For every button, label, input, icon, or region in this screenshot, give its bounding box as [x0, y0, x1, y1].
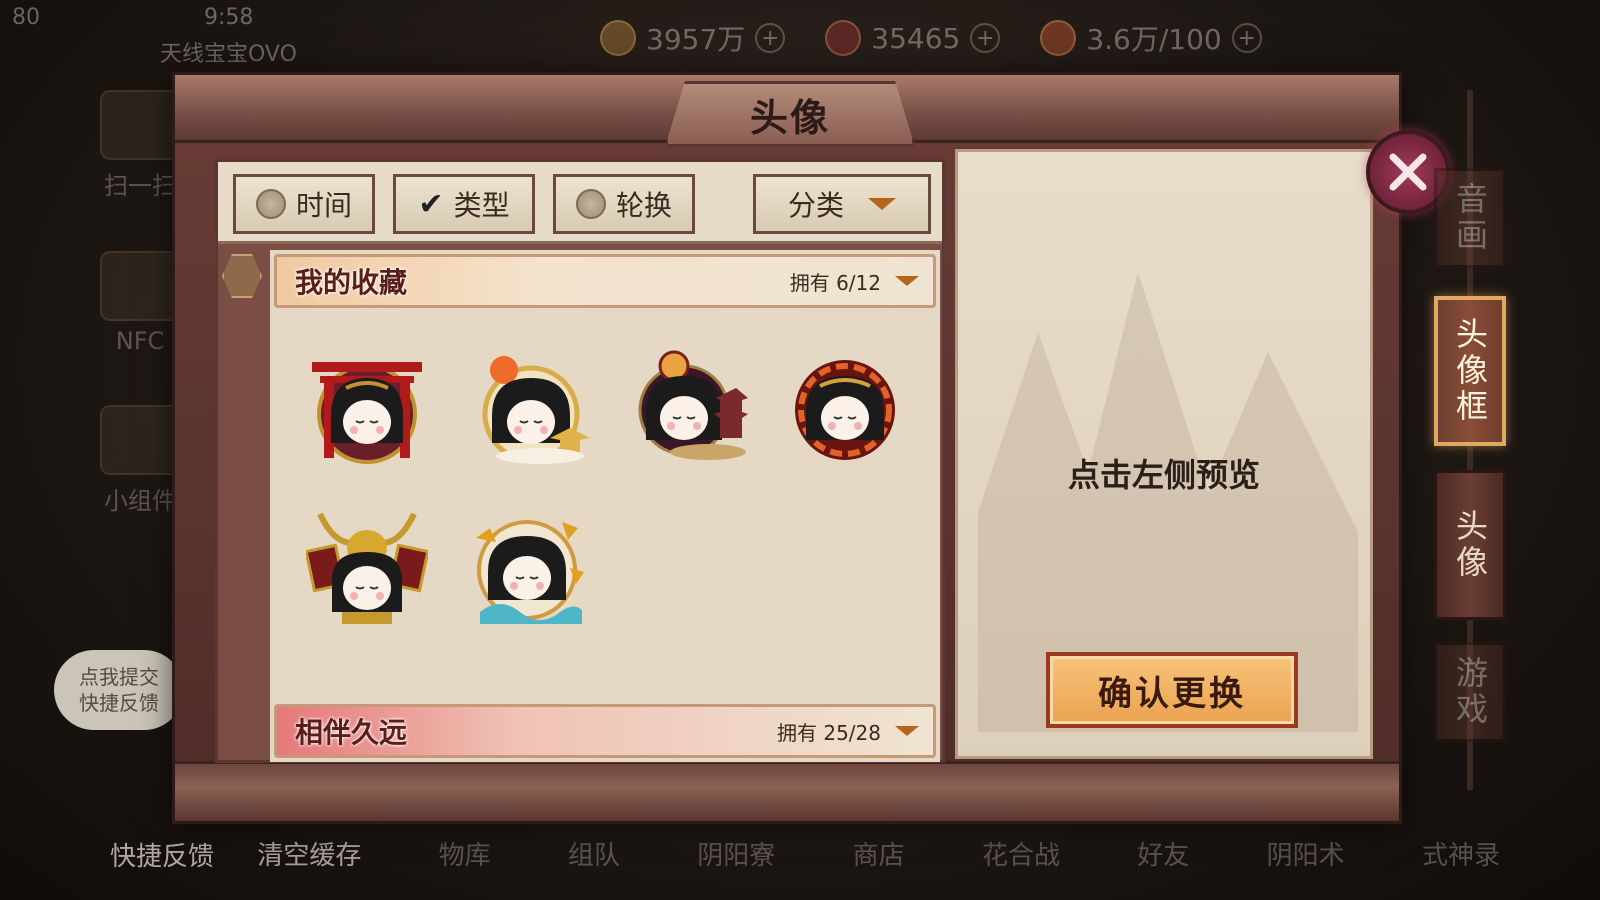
feedback-bubble[interactable]: 点我提交 快捷反馈 [54, 650, 184, 730]
resource-bar: 3957万 + 35465 + 3.6万/100 + [600, 18, 1262, 58]
section-count: 拥有 25/28 [777, 717, 919, 746]
magatama-icon [825, 20, 862, 56]
widget-label: 小组件 [104, 487, 176, 515]
panel-bottom-rail [175, 761, 1399, 821]
add-magatama-button[interactable]: + [970, 23, 1001, 53]
bottom-nav: 清空缓存 物库 组队 阴阳寮 商店 花合战 好友 阴阳术 式神录 [100, 835, 1500, 872]
add-gold-button[interactable]: + [755, 23, 786, 53]
category-dropdown[interactable]: 分类 [753, 174, 931, 234]
resource-stamina-value: 3.6万/100 [1086, 23, 1222, 56]
filter-time-button[interactable]: 时间 [233, 174, 375, 234]
avatar-grid-scroll[interactable]: 我的收藏 拥有 6/12 相伴久远 拥有 25/28 [270, 250, 940, 762]
panel-title: 头像 [749, 95, 830, 140]
pagoda-moon-frame-avatar[interactable] [628, 348, 750, 470]
red-dragon-frame-avatar[interactable] [784, 348, 906, 470]
section-count: 拥有 6/12 [790, 267, 919, 296]
samurai-helmet-frame-avatar[interactable] [306, 508, 428, 630]
resource-gold: 3957万 + [600, 18, 786, 58]
section-header-long-companion[interactable]: 相伴久远 拥有 25/28 [274, 704, 936, 758]
filter-type-button[interactable]: ✔ 类型 [393, 174, 535, 234]
nav-onmyoji-art[interactable]: 阴阳术 [1267, 835, 1345, 872]
nav-shikigami-record[interactable]: 式神录 [1422, 835, 1500, 872]
resource-gold-value: 3957万 [646, 23, 746, 56]
tab-avatar-frame[interactable]: 头像框 [1434, 296, 1506, 446]
widget-button[interactable]: 小组件 [100, 405, 180, 516]
section-title: 相伴久远 [295, 716, 408, 749]
section-title: 我的收藏 [295, 266, 408, 299]
nav-storage[interactable]: 物库 [439, 835, 491, 872]
radio-unchecked-icon [255, 189, 286, 219]
chevron-down-icon [868, 198, 896, 210]
nav-team[interactable]: 组队 [568, 835, 620, 872]
add-stamina-button[interactable]: + [1231, 23, 1262, 53]
torii-frame-avatar[interactable] [306, 348, 428, 470]
filter-type-label: 类型 [453, 189, 510, 222]
filter-time-label: 时间 [295, 189, 352, 222]
left-side-menu: 扫一扫 NFC 小组件 [100, 90, 180, 516]
nav-shop[interactable]: 商店 [853, 835, 905, 872]
feedback-bubble-text: 点我提交 快捷反馈 [79, 665, 159, 715]
resource-magatama-value: 35465 [871, 21, 961, 55]
nav-friends[interactable]: 好友 [1137, 835, 1189, 872]
nav-placeholder [100, 835, 180, 872]
chevron-down-icon [895, 276, 919, 286]
nav-guild[interactable]: 阴阳寮 [697, 835, 775, 872]
section-count-text: 拥有 6/12 [789, 270, 881, 295]
golden-temple-frame-avatar[interactable] [470, 348, 592, 470]
hexagon-tab-icon[interactable] [222, 254, 262, 298]
scan-label: 扫一扫 [104, 172, 176, 200]
tab-avatar[interactable]: 头像 [1434, 470, 1506, 620]
chevron-down-icon [895, 726, 919, 736]
player-name: 天线宝宝OVO [160, 42, 297, 67]
nfc-icon [100, 251, 180, 321]
preview-area: 点击左侧预览 确认更换 [955, 149, 1373, 759]
status-time: 9:58 [204, 4, 254, 30]
resource-stamina: 3.6万/100 + [1040, 18, 1262, 58]
tab-game[interactable]: 游戏 [1434, 642, 1506, 742]
radio-unchecked-icon [575, 189, 606, 219]
widget-icon [100, 405, 180, 475]
avatar-panel: 头像 时间 ✔ 类型 轮换 分类 我的收藏 拥有 6/12 相伴久远 拥有 25… [172, 72, 1402, 824]
stamina-icon [1040, 20, 1077, 56]
filter-bar: 时间 ✔ 类型 轮换 分类 [218, 162, 942, 244]
confirm-change-button[interactable]: 确认更换 [1046, 652, 1298, 728]
filter-rotate-label: 轮换 [615, 189, 672, 222]
section-count-text: 拥有 25/28 [777, 720, 881, 745]
nav-hanafuda[interactable]: 花合战 [982, 835, 1060, 872]
filter-rotate-button[interactable]: 轮换 [553, 174, 695, 234]
avatar-list-area: 时间 ✔ 类型 轮换 分类 我的收藏 拥有 6/12 相伴久远 拥有 25/28 [215, 159, 945, 763]
battery-level: 80 [12, 4, 40, 30]
nfc-button[interactable]: NFC [100, 251, 180, 355]
scan-icon [100, 90, 180, 160]
autumn-wave-frame-avatar[interactable] [466, 508, 588, 630]
side-tabs: 音画 头像框 头像 游戏 [1424, 90, 1524, 790]
tab-audio-visual[interactable]: 音画 [1434, 168, 1506, 268]
gold-coin-icon [600, 20, 636, 56]
checkmark-icon: ✔ [418, 186, 444, 222]
preview-hint: 点击左侧预览 [1067, 456, 1260, 494]
section-header-my-collection[interactable]: 我的收藏 拥有 6/12 [274, 254, 936, 308]
title-plaque: 头像 [665, 81, 915, 147]
resource-magatama: 35465 + [825, 20, 1001, 56]
scan-button[interactable]: 扫一扫 [100, 90, 180, 201]
category-dropdown-label: 分类 [787, 189, 844, 222]
nfc-label: NFC [115, 327, 165, 355]
nav-clear-cache[interactable]: 清空缓存 [257, 835, 361, 872]
